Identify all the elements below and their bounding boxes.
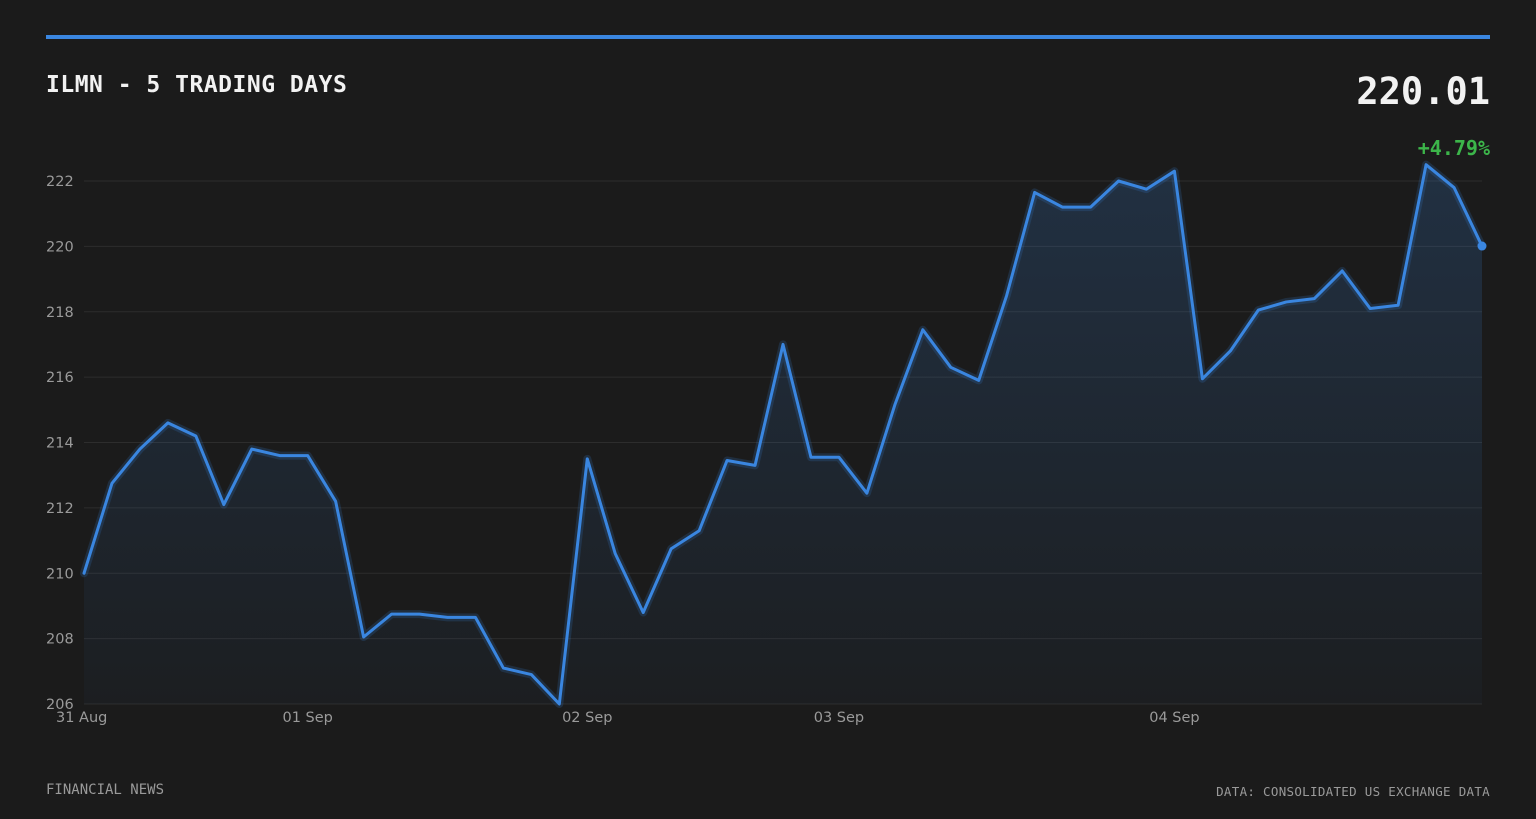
- y-tick-label: 212: [46, 501, 74, 517]
- x-tick-label: 04 Sep: [1149, 710, 1199, 726]
- price-chart: 20620821021221421621822022231 Aug 01 Sep 0…: [46, 160, 1487, 726]
- price-area: [84, 164, 1482, 704]
- chart-page: ILMN - 5 TRADING DAYS 220.01 +4.79% 206 2…: [0, 0, 1536, 819]
- y-tick-label: 208: [46, 632, 74, 648]
- y-tick-label: 220: [46, 239, 74, 255]
- source-label: FINANCIAL NEWS: [46, 782, 165, 798]
- y-tick-label: 216: [46, 370, 74, 386]
- y-tick-label: 218: [46, 305, 74, 321]
- x-tick-label: 01 Sep: [282, 710, 332, 726]
- data-credit: DATA: CONSOLIDATED US EXCHANGE DATA: [1216, 784, 1490, 799]
- x-tick-label: 03 Sep: [814, 710, 864, 726]
- y-tick-label: 210: [46, 566, 74, 582]
- x-tick-label: 02 Sep: [562, 710, 612, 726]
- y-tick-label: 222: [46, 174, 74, 190]
- last-price-marker: [1477, 241, 1487, 251]
- y-tick-label: 214: [46, 436, 74, 452]
- x-tick-label: 31 Aug: [56, 710, 107, 726]
